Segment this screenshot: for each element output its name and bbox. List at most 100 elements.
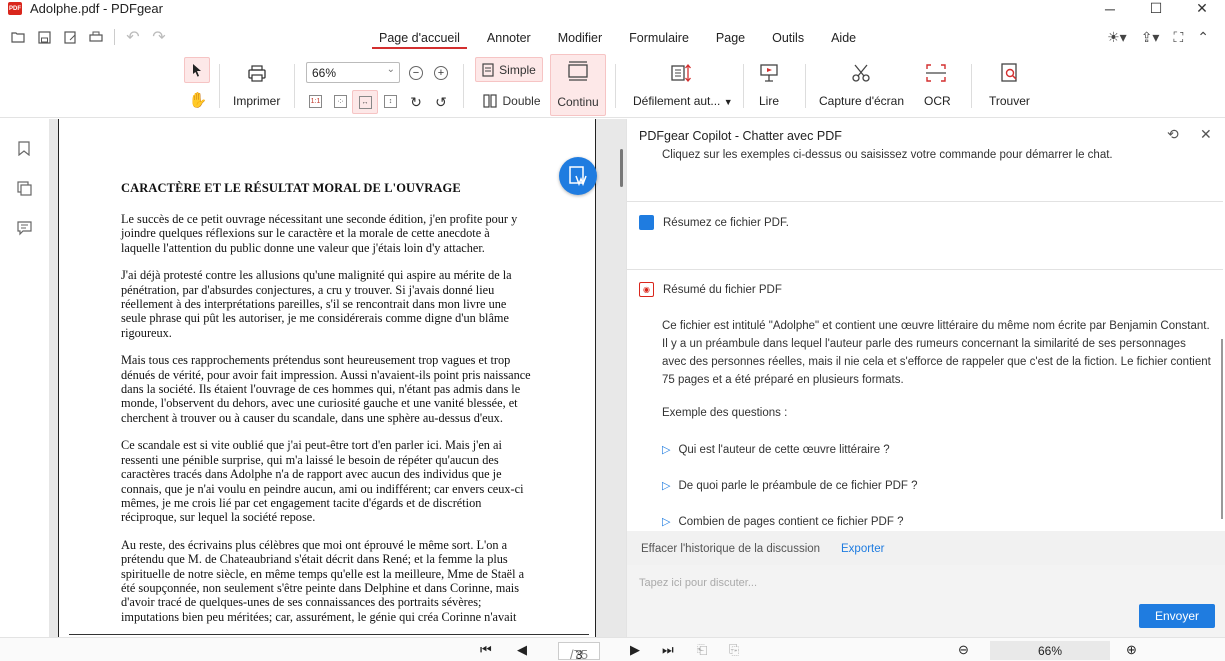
maximize-icon[interactable]: ☐ [1133,0,1179,17]
example-question[interactable]: ▷ De quoi parle le préambule de ce fichi… [662,479,918,493]
menu-modifier[interactable]: Modifier [551,31,609,49]
autoscroll-label[interactable]: Défilement aut... ▼ [633,94,733,108]
convert-to-word-icon[interactable] [559,157,597,195]
send-arrow-icon: ▷ [662,480,671,492]
minimize-icon[interactable]: ─ [1087,0,1133,17]
quick-access-bar: ↶ ↷ [10,29,167,46]
main-menu: Page d'accueil Annoter Modifier Formulai… [372,31,876,49]
clear-history-link[interactable]: Effacer l'historique de la discussion [641,543,820,555]
print-button-icon[interactable] [245,62,269,84]
read-label[interactable]: Lire [759,94,779,108]
menu-page-accueil[interactable]: Page d'accueil [372,31,467,49]
save-icon[interactable] [36,29,52,45]
pdfgear-window: PDF Adolphe.pdf - PDFgear ─ ☐ ✕ ↶ ↷ Page… [0,0,1225,661]
undo-icon[interactable]: ↶ [125,29,141,46]
select-tool-button[interactable] [184,57,210,83]
quick-access-divider [114,29,115,45]
document-viewport[interactable]: CARACTÈRE ET LE RÉSULTAT MORAL DE L'OUVR… [50,119,626,637]
send-arrow-icon: ▷ [662,516,671,528]
menu-page[interactable]: Page [709,31,752,49]
zoom-level-display[interactable]: 66% [990,641,1110,660]
chat-history[interactable]: Cliquez sur les exemples ci-dessus ou sa… [627,149,1225,531]
fullscreen-icon[interactable]: ⛶ [1173,29,1183,46]
hand-tool-button[interactable]: ✋ [188,90,208,110]
read-aloud-icon[interactable] [757,62,781,84]
fit-page-icon[interactable]: ·:· [334,95,347,108]
close-copilot-icon[interactable]: ✕ [1200,126,1212,143]
find-icon[interactable] [998,62,1022,84]
toolbar-divider [743,64,744,108]
toolbar-divider [805,64,806,108]
ocr-label[interactable]: OCR [924,94,951,108]
menu-row: ↶ ↷ Page d'accueil Annoter Modifier Form… [0,24,1225,52]
zoom-out-bottom-icon[interactable]: ⊖ [958,642,969,658]
fit-height-icon[interactable]: ↕ [384,95,397,108]
capture-label[interactable]: Capture d'écran [819,94,904,108]
examples-label: Exemple des questions : [662,407,788,419]
user-avatar-icon [639,215,654,230]
paragraph: Mais tous ces rapprochements prétendus s… [121,353,531,425]
zoom-select[interactable]: 66% ⌄ [306,62,400,83]
previous-view-icon[interactable]: ⎗ [697,642,707,658]
rotate-right-icon[interactable]: ↻ [407,93,425,111]
open-folder-icon[interactable] [10,29,26,45]
collapse-ribbon-icon[interactable]: ⌃ [1197,29,1209,46]
print-label[interactable]: Imprimer [233,94,280,108]
actual-size-icon[interactable]: 1:1 [309,95,322,108]
fit-width-button[interactable]: ↔ [352,90,378,114]
document-scrollbar[interactable] [620,149,623,187]
ribbon-toolbar: ✋ Imprimer 66% ⌄ − + 1:1 ·:· ↔ ↕ ↻ ↺ Sim… [0,52,1225,118]
cursor-icon [192,64,201,77]
next-page-icon[interactable]: ▶ [630,642,640,658]
redo-icon[interactable]: ↷ [151,29,167,46]
share-icon[interactable]: ⇪▾ [1141,29,1160,46]
menu-aide[interactable]: Aide [824,31,863,49]
bookmark-icon[interactable] [16,140,32,156]
page-text: Le succès de ce petit ouvrage nécessitan… [121,212,531,637]
chat-input-placeholder: Tapez ici pour discuter... [639,577,758,589]
simple-view-button[interactable]: Simple [475,57,543,82]
last-page-icon[interactable]: ⏭ [662,642,674,658]
export-link[interactable]: Exporter [841,543,884,555]
theme-sun-icon[interactable]: ☀▾ [1107,29,1127,46]
save-as-icon[interactable] [62,29,78,45]
bot-message-header: ◉ Résumé du fichier PDF [639,282,782,297]
menu-formulaire[interactable]: Formulaire [622,31,696,49]
bot-summary: Ce fichier est intitulé "Adolphe" et con… [662,320,1211,386]
page-number-field[interactable]: 3/75 [558,642,600,661]
scissors-icon[interactable] [849,62,873,84]
first-page-icon[interactable]: ⏮ [480,642,492,658]
example-question[interactable]: ▷ Qui est l'auteur de cette œuvre littér… [662,443,890,457]
autoscroll-icon[interactable] [670,62,694,84]
printer-icon [248,64,266,82]
copilot-settings-icon[interactable]: ⟲ [1167,126,1179,143]
thumbnails-icon[interactable] [16,180,32,196]
find-label[interactable]: Trouver [989,94,1030,108]
menu-outils[interactable]: Outils [765,31,811,49]
ocr-icon[interactable] [924,62,948,84]
print-quick-icon[interactable] [88,29,104,45]
menu-annoter[interactable]: Annoter [480,31,538,49]
zoom-in-bottom-icon[interactable]: ⊕ [1126,642,1137,658]
zoom-in-icon[interactable]: + [434,66,448,80]
chat-scrollbar[interactable] [1221,339,1223,519]
zoom-out-icon[interactable]: − [409,66,423,80]
send-arrow-icon: ▷ [662,444,671,456]
rotate-left-icon[interactable]: ↺ [432,93,450,111]
continuous-view-button[interactable]: Continu [550,54,606,116]
double-view-button[interactable]: Double [481,90,543,112]
send-button[interactable]: Envoyer [1139,604,1215,628]
toolbar-divider [294,64,295,108]
example-question[interactable]: ▷ Combien de pages contient ce fichier P… [662,515,903,529]
window-controls: ─ ☐ ✕ [1087,0,1225,17]
chat-divider [627,201,1223,202]
bot-avatar-icon: ◉ [639,282,654,297]
title-bar: PDF Adolphe.pdf - PDFgear ─ ☐ ✕ [0,0,1225,17]
fit-width-icon: ↔ [358,95,372,109]
chat-input[interactable]: Tapez ici pour discuter... Envoyer [627,565,1225,637]
chat-actions: Effacer l'historique de la discussion Ex… [627,531,1225,565]
previous-page-icon[interactable]: ◀ [517,642,527,658]
close-window-icon[interactable]: ✕ [1179,0,1225,17]
comments-icon[interactable] [16,220,32,236]
next-view-icon[interactable]: ⎘ [729,642,739,658]
